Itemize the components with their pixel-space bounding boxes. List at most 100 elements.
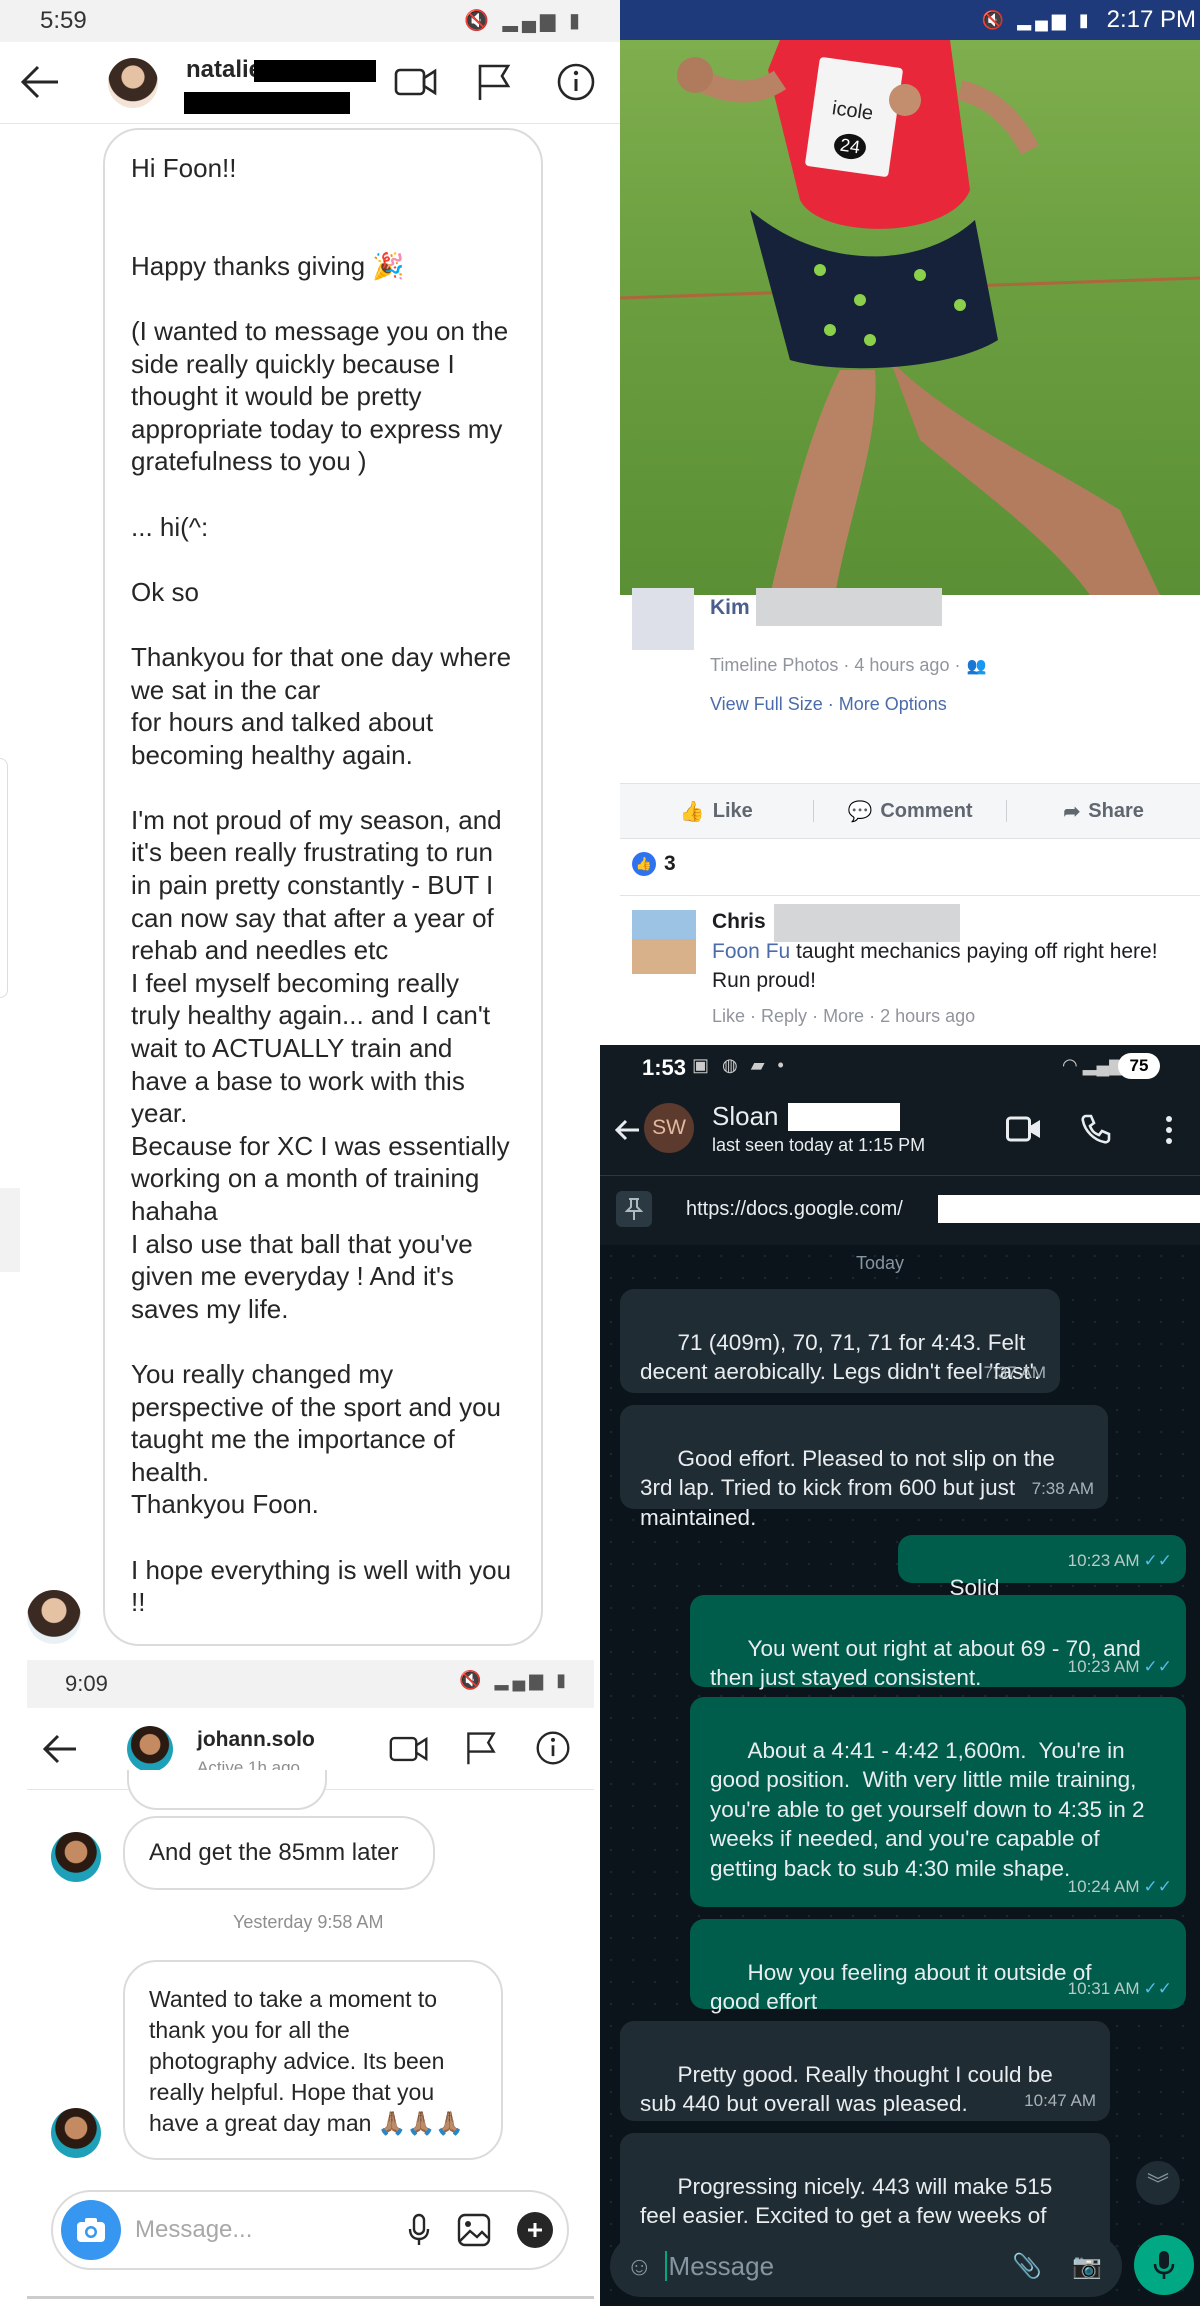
message-bubble: Hi Foon!! Happy thanks giving 🎉 (I wante… — [103, 128, 543, 1646]
read-ticks-icon: ✓✓ — [1143, 1656, 1173, 1676]
flag-icon[interactable] — [474, 62, 514, 102]
message-time: 10:47 AM — [1024, 2090, 1096, 2110]
comment-actions: Like · Reply · More · 2 hours ago — [712, 1006, 976, 1026]
comment-text: Foon Fu taught mechanics paying off righ… — [712, 937, 1192, 995]
emoji-icon[interactable]: ☺ — [626, 2251, 653, 2282]
message-input[interactable]: Message — [669, 2251, 1013, 2282]
mic-icon[interactable] — [407, 2213, 431, 2247]
tag-link[interactable]: Foon Fu — [712, 940, 790, 963]
avatar[interactable]: SW — [644, 1103, 694, 1153]
post-meta-text: Timeline Photos · 4 hours ago · — [710, 655, 961, 675]
contact-name[interactable]: Sloan — [712, 1101, 779, 1132]
comment-label: Comment — [880, 799, 973, 822]
message-time: 10:31 AM — [1067, 1978, 1140, 1998]
gallery-icon[interactable] — [457, 2213, 491, 2247]
action-bar: 👍 Like 💬 Comment ➦ Share — [620, 783, 1200, 839]
message-bubble: Wanted to take a moment to thank you for… — [123, 1960, 503, 2160]
message-time: 7:38 AM — [1031, 1478, 1094, 1498]
share-button[interactable]: ➦ Share — [1007, 784, 1200, 838]
like-button[interactable]: 👍 Like — [620, 784, 813, 838]
comment-reply-link[interactable]: Reply — [761, 1006, 807, 1026]
home-indicator — [27, 2296, 594, 2299]
message-text: Good effort. Pleased to not slip on the … — [640, 1445, 1062, 1530]
username[interactable]: natalie — [186, 56, 262, 84]
message-bubble: And get the 85mm later — [123, 1816, 435, 1890]
message-text: 71 (409m), 70, 71, 71 for 4:43. Felt dec… — [640, 1329, 1041, 1385]
status-bar: 🔇 ▂▄▆ ▮ 2:17 PM — [620, 0, 1200, 40]
scroll-down-button[interactable]: ︾ — [1136, 2161, 1180, 2205]
poster-avatar[interactable] — [632, 588, 694, 650]
scroll-edge — [0, 758, 8, 998]
video-call-icon[interactable] — [1006, 1115, 1042, 1143]
view-full-size-link[interactable]: View Full Size — [710, 694, 823, 714]
back-arrow-icon[interactable] — [41, 1732, 79, 1766]
whatsapp-chat-sloan: 1:53 ▣ ◍ ▰ • ◠ ▂▄▆ 75 SW Sloan last seen… — [600, 1045, 1200, 2306]
redaction — [756, 588, 942, 626]
camera-button[interactable] — [61, 2200, 121, 2260]
menu-dots-icon[interactable] — [1164, 1115, 1174, 1145]
comment-like-link[interactable]: Like — [712, 1006, 745, 1026]
redaction — [938, 1195, 1200, 1223]
camera-icon[interactable]: 📷 — [1072, 2252, 1102, 2281]
redaction — [184, 92, 350, 114]
signal-icons: 🔇 ▂▄▆ ▮ — [464, 10, 584, 32]
video-call-icon[interactable] — [394, 64, 438, 100]
message-time: 10:23 AM — [1067, 1550, 1140, 1570]
thumbs-up-icon: 👍 — [679, 800, 705, 823]
text-cursor — [664, 2251, 667, 2281]
battery-level: 75 — [1129, 1056, 1149, 1075]
share-label: Share — [1088, 799, 1144, 822]
comment-more-link[interactable]: More — [823, 1006, 864, 1026]
read-ticks-icon: ✓✓ — [1143, 1876, 1173, 1896]
sender-avatar — [51, 2108, 101, 2158]
like-label: Like — [712, 799, 753, 822]
instagram-dm-natalie: 5:59 🔇 ▂▄▆ ▮ natalie Hi Foon!! Happy tha… — [0, 0, 620, 1660]
attach-icon[interactable]: 📎 — [1012, 2252, 1042, 2281]
pinned-link[interactable]: https://docs.google.com/ — [686, 1198, 903, 1221]
message-time: 10:24 AM — [1067, 1876, 1140, 1896]
message-text: How you feeling about it outside of good… — [710, 1959, 1098, 2015]
phone-call-icon[interactable] — [1080, 1113, 1112, 1145]
poster-name[interactable]: Kim — [710, 596, 750, 620]
message-input[interactable]: Message... — [135, 2216, 407, 2244]
message-bubble: Good effort. Pleased to not slip on the … — [620, 1405, 1108, 1530]
friends-icon: 👥 — [966, 657, 987, 675]
post-meta: Timeline Photos · 4 hours ago · 👥 — [710, 655, 986, 676]
previous-bubble-edge — [127, 1770, 327, 1810]
back-arrow-icon[interactable] — [18, 62, 62, 102]
pin-icon — [616, 1191, 652, 1227]
message-time: 7:37 AM — [983, 1362, 1046, 1382]
reactions[interactable]: 👍 3 — [632, 852, 676, 876]
message-bubble: Pretty good. Really thought I could be s… — [620, 2021, 1110, 2121]
photo-links: View Full Size · More Options — [710, 694, 947, 714]
sender-avatar — [27, 1590, 81, 1644]
timestamp: Yesterday 9:58 AM — [233, 1912, 384, 1932]
message-text: Pretty good. Really thought I could be s… — [640, 2061, 1060, 2117]
avatar[interactable] — [127, 1726, 173, 1772]
double-chevron-down-icon: ︾ — [1146, 2172, 1169, 2197]
message-text: And get the 85mm later — [149, 1839, 399, 1866]
back-arrow-icon[interactable] — [612, 1115, 642, 1145]
like-reaction-icon: 👍 — [632, 852, 656, 876]
comment-button[interactable]: 💬 Comment — [814, 784, 1007, 838]
video-call-icon[interactable] — [389, 1732, 429, 1766]
username[interactable]: johann.solo — [197, 1728, 315, 1752]
message-bubble: How you feeling about it outside of good… — [690, 1919, 1186, 2014]
message-bubble: You went out right at about 69 - 70, and… — [690, 1595, 1186, 1690]
signal-icons: 🔇 ▂▄▆ ▮ — [981, 9, 1093, 30]
flag-icon[interactable] — [463, 1730, 499, 1766]
redaction — [254, 60, 376, 82]
commenter-name[interactable]: Chris — [712, 910, 766, 934]
chat-header: 1:53 ▣ ◍ ▰ • ◠ ▂▄▆ 75 SW Sloan last seen… — [600, 1045, 1200, 1245]
voice-record-button[interactable] — [1134, 2235, 1194, 2295]
message-input-bar: ☺ Message 📎 📷 — [610, 2235, 1122, 2297]
mic-icon — [1153, 2251, 1175, 2279]
commenter-avatar[interactable] — [632, 910, 696, 974]
info-icon[interactable] — [535, 1730, 571, 1766]
post-photo[interactable]: icole 24 — [620, 40, 1200, 595]
info-icon[interactable] — [556, 62, 596, 102]
avatar[interactable] — [108, 58, 158, 108]
add-button[interactable] — [517, 2212, 553, 2248]
more-options-link[interactable]: More Options — [839, 694, 947, 714]
status-bar: 5:59 🔇 ▂▄▆ ▮ — [0, 0, 620, 42]
